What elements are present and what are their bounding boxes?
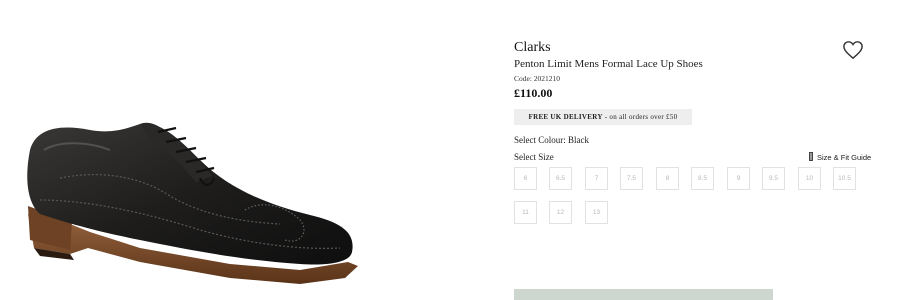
brand-name: Clarks bbox=[514, 40, 551, 55]
selected-colour: Select Colour: Black bbox=[514, 135, 589, 145]
size-option[interactable]: 10.5 bbox=[833, 167, 856, 190]
size-guide-link[interactable]: Size & Fit Guide bbox=[809, 152, 871, 162]
ruler-icon bbox=[809, 152, 813, 161]
size-option[interactable]: 6.5 bbox=[549, 167, 572, 190]
size-option[interactable]: 10 bbox=[798, 167, 821, 190]
size-label: Select Size bbox=[514, 152, 554, 162]
delivery-detail: - on all orders over £50 bbox=[602, 113, 678, 121]
product-image bbox=[0, 0, 400, 300]
size-option[interactable]: 7 bbox=[585, 167, 608, 190]
size-option[interactable]: 8.5 bbox=[691, 167, 714, 190]
product-title: Penton Limit Mens Formal Lace Up Shoes bbox=[514, 58, 703, 70]
product-info-panel: Clarks Penton Limit Mens Formal Lace Up … bbox=[514, 0, 894, 300]
heart-icon bbox=[843, 41, 863, 60]
size-option[interactable]: 6 bbox=[514, 167, 537, 190]
add-to-bag-button[interactable] bbox=[514, 289, 773, 300]
size-option[interactable]: 12 bbox=[549, 201, 572, 224]
size-option[interactable]: 13 bbox=[585, 201, 608, 224]
size-option[interactable]: 9 bbox=[727, 167, 750, 190]
size-option[interactable]: 8 bbox=[656, 167, 679, 190]
size-option[interactable]: 7.5 bbox=[620, 167, 643, 190]
product-code: Code: 2021210 bbox=[514, 74, 561, 83]
shoe-illustration bbox=[27, 122, 358, 284]
delivery-headline: FREE UK DELIVERY bbox=[528, 113, 603, 121]
size-guide-label: Size & Fit Guide bbox=[817, 153, 872, 162]
size-option[interactable]: 11 bbox=[514, 201, 537, 224]
wishlist-button[interactable] bbox=[842, 40, 864, 60]
delivery-banner: FREE UK DELIVERY - on all orders over £5… bbox=[514, 109, 692, 125]
product-price: £110.00 bbox=[514, 86, 553, 100]
size-option[interactable]: 9.5 bbox=[762, 167, 785, 190]
